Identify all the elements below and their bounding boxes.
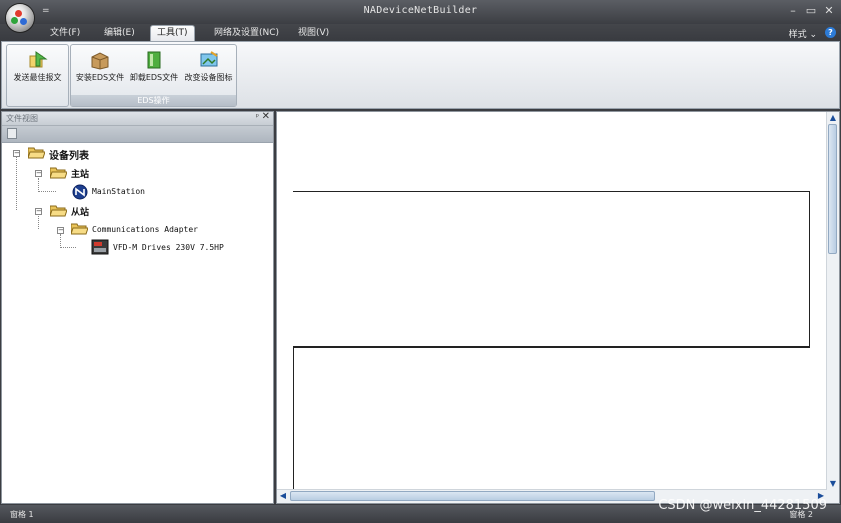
minimize-button[interactable]: – — [785, 4, 801, 18]
tree-connector — [60, 247, 76, 248]
folder-open-icon — [71, 223, 88, 235]
vfd-drive-icon — [91, 239, 109, 255]
tab-file[interactable]: 文件(F) — [44, 26, 86, 41]
watermark-text: CSDN @weixin_44281509 — [658, 498, 827, 513]
tab-network-settings[interactable]: 网络及设置(NC) — [208, 26, 285, 41]
pin-icon[interactable]: ᵖ — [256, 112, 259, 121]
title-bar: = NADeviceNetBuilder – ▭ ✕ — [0, 0, 841, 24]
uninstall-eds-label: 卸载EDS文件 — [129, 73, 179, 82]
tree-connector — [16, 157, 17, 210]
maximize-button[interactable]: ▭ — [803, 4, 819, 18]
uninstall-book-icon — [143, 50, 165, 70]
orb-green-dot — [11, 17, 18, 24]
devicenet-station-icon — [72, 184, 88, 200]
panel-close-icon[interactable]: ✕ — [262, 111, 270, 122]
tree-connector — [38, 216, 39, 229]
change-device-icon-button[interactable]: 改变设备图标 — [181, 48, 236, 90]
scroll-left-arrow-icon[interactable]: ◀ — [278, 491, 288, 501]
tree-node-master[interactable]: 主站 — [71, 167, 89, 180]
send-best-message-label: 发送最佳报文 — [13, 73, 62, 82]
orb-blue-dot — [20, 18, 27, 25]
ribbon-group-eds: 安装EDS文件 卸载EDS文件 改变设备图标 EDS操作 — [70, 44, 237, 107]
change-icon-picture-icon — [198, 50, 220, 70]
tree-connector — [60, 234, 61, 248]
install-eds-button[interactable]: 安装EDS文件 — [74, 48, 126, 90]
tree-connector — [38, 191, 56, 192]
panel-title: 文件视图 — [6, 114, 38, 123]
expander-master[interactable]: − — [35, 170, 42, 177]
tree-connector — [38, 178, 39, 192]
tab-tools[interactable]: 工具(T) — [150, 25, 195, 42]
ribbon: 发送最佳报文 安装EDS文件 卸载EDS文件 改变设备图标 EDS操作 — [1, 41, 840, 109]
window-title: NADeviceNetBuilder — [363, 5, 478, 16]
app-menu-orb-icon[interactable] — [6, 4, 34, 32]
network-canvas[interactable]: ▲ ▼ ◀ ▶ — [276, 111, 840, 504]
file-view-panel: 文件视图 ᵖ ✕ − 设备列表 − 主站 MainStation − 从站 − — [1, 111, 274, 504]
tree-node-device-list[interactable]: 设备列表 — [49, 147, 89, 162]
toolbar-page-icon[interactable] — [7, 128, 17, 139]
ribbon-group-send: 发送最佳报文 — [6, 44, 69, 107]
install-eds-label: 安装EDS文件 — [75, 73, 125, 82]
tab-edit[interactable]: 编辑(E) — [98, 26, 141, 41]
expander-slave[interactable]: − — [35, 208, 42, 215]
scroll-up-arrow-icon[interactable]: ▲ — [828, 113, 838, 123]
panel-header: 文件视图 ᵖ ✕ — [2, 111, 273, 126]
folder-open-icon — [50, 167, 67, 179]
horizontal-scroll-thumb[interactable] — [290, 491, 655, 501]
bus-line-lower — [293, 347, 810, 492]
install-box-icon — [89, 50, 111, 70]
help-icon[interactable]: ? — [825, 27, 836, 38]
vertical-scrollbar[interactable]: ▲ ▼ — [826, 112, 839, 490]
menu-tab-row: 文件(F) 编辑(E) 工具(T) 网络及设置(NC) 视图(V) 样式 ⌄ ? — [0, 24, 841, 42]
scrollbar-corner — [827, 490, 839, 503]
status-pane-1: 窗格 1 — [10, 510, 34, 519]
eds-group-label: EDS操作 — [71, 95, 236, 106]
send-best-message-button[interactable]: 发送最佳报文 — [9, 48, 66, 90]
tree-node-communications-adapter[interactable]: Communications Adapter — [92, 225, 198, 234]
close-button[interactable]: ✕ — [821, 4, 837, 18]
send-message-icon — [27, 50, 49, 70]
tree-node-slave[interactable]: 从站 — [71, 205, 89, 218]
uninstall-eds-button[interactable]: 卸载EDS文件 — [128, 48, 180, 90]
tab-view[interactable]: 视图(V) — [292, 26, 335, 41]
tree-node-mainstation[interactable]: MainStation — [92, 187, 145, 196]
style-menu[interactable]: 样式 ⌄ — [789, 27, 817, 40]
change-device-icon-label: 改变设备图标 — [184, 73, 233, 82]
folder-open-icon — [50, 205, 67, 217]
scroll-down-arrow-icon[interactable]: ▼ — [828, 479, 838, 489]
expander-root[interactable]: − — [13, 150, 20, 157]
folder-open-icon — [28, 147, 45, 159]
expander-adapter[interactable]: − — [57, 227, 64, 234]
bus-line-upper — [293, 191, 810, 347]
vertical-scroll-thumb[interactable] — [828, 124, 837, 254]
tree-node-vfd-drive[interactable]: VFD-M Drives 230V 7.5HP — [113, 243, 224, 252]
orb-red-dot — [15, 10, 22, 17]
panel-toolbar — [2, 126, 273, 143]
